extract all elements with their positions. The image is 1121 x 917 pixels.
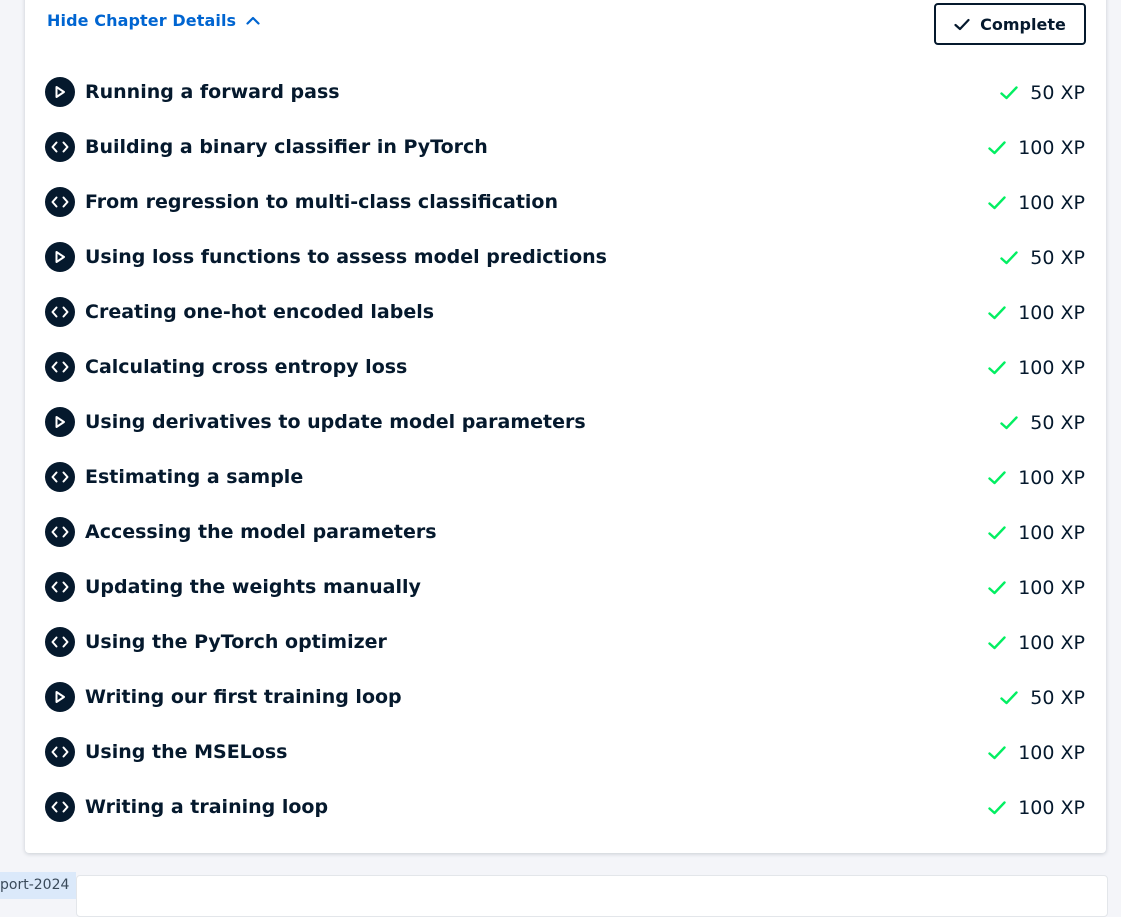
code-brackets-icon [45, 572, 75, 602]
code-brackets-icon [45, 462, 75, 492]
exercise-row[interactable]: Using derivatives to update model parame… [25, 395, 1106, 450]
exercise-title: From regression to multi-class classific… [85, 191, 559, 213]
exercise-title: Writing a training loop [85, 796, 329, 818]
xp-value: 100 XP [1018, 741, 1085, 764]
chevron-up-icon [246, 16, 260, 25]
exercise-xp: 100 XP [988, 340, 1085, 395]
code-brackets-icon [45, 297, 75, 327]
xp-value: 100 XP [1018, 521, 1085, 544]
exercise-row[interactable]: Writing our first training loop 50 XP [25, 670, 1106, 725]
play-icon [45, 682, 75, 712]
exercise-xp: 50 XP [1000, 230, 1085, 285]
exercise-title: Writing our first training loop [85, 686, 402, 708]
checkmark-icon [988, 195, 1006, 210]
chapter-header: Hide Chapter Details Complete [25, 0, 1106, 50]
xp-value: 100 XP [1018, 301, 1085, 324]
hide-chapter-details-label: Hide Chapter Details [47, 10, 237, 30]
exercise-xp: 100 XP [988, 560, 1085, 615]
exercise-title: Estimating a sample [85, 466, 304, 488]
code-brackets-icon [45, 737, 75, 767]
exercise-row[interactable]: Building a binary classifier in PyTorch 1… [25, 120, 1106, 175]
complete-button[interactable]: Complete [934, 3, 1086, 45]
exercise-title: Building a binary classifier in PyTorch [85, 136, 488, 158]
exercise-title: Using the PyTorch optimizer [85, 631, 387, 653]
xp-value: 50 XP [1030, 81, 1085, 104]
checkmark-icon [1000, 415, 1018, 430]
exercise-xp: 100 XP [988, 285, 1085, 340]
code-brackets-icon [45, 627, 75, 657]
checkmark-icon [954, 18, 970, 31]
hide-chapter-details-link[interactable]: Hide Chapter Details [47, 5, 260, 35]
checkmark-icon [1000, 85, 1018, 100]
code-brackets-icon [45, 187, 75, 217]
xp-value: 50 XP [1030, 411, 1085, 434]
exercise-row[interactable]: Accessing the model parameters 100 XP [25, 505, 1106, 560]
exercise-xp: 50 XP [1000, 670, 1085, 725]
course-tag: port-2024 [0, 872, 76, 899]
play-icon [45, 407, 75, 437]
exercise-xp: 100 XP [988, 120, 1085, 175]
checkmark-icon [988, 140, 1006, 155]
exercise-row[interactable]: Creating one-hot encoded labels 100 XP [25, 285, 1106, 340]
exercise-xp: 50 XP [1000, 65, 1085, 120]
checkmark-icon [988, 580, 1006, 595]
exercise-row[interactable]: Calculating cross entropy loss 100 XP [25, 340, 1106, 395]
checkmark-icon [988, 800, 1006, 815]
exercise-title: Running a forward pass [85, 81, 340, 103]
exercise-title: Calculating cross entropy loss [85, 356, 408, 378]
exercise-row[interactable]: Using loss functions to assess model pre… [25, 230, 1106, 285]
next-chapter-card [76, 875, 1108, 917]
exercise-title: Creating one-hot encoded labels [85, 301, 435, 323]
code-brackets-icon [45, 517, 75, 547]
chapter-card: Hide Chapter Details Complete Running a … [25, 0, 1106, 853]
play-icon [45, 242, 75, 272]
xp-value: 50 XP [1030, 686, 1085, 709]
xp-value: 100 XP [1018, 576, 1085, 599]
exercise-title: Using loss functions to assess model pre… [85, 246, 607, 268]
xp-value: 100 XP [1018, 466, 1085, 489]
exercise-xp: 100 XP [988, 725, 1085, 780]
checkmark-icon [988, 305, 1006, 320]
checkmark-icon [988, 470, 1006, 485]
xp-value: 100 XP [1018, 356, 1085, 379]
xp-value: 100 XP [1018, 136, 1085, 159]
checkmark-icon [988, 525, 1006, 540]
exercise-row[interactable]: Updating the weights manually 100 XP [25, 560, 1106, 615]
code-brackets-icon [45, 792, 75, 822]
code-brackets-icon [45, 132, 75, 162]
checkmark-icon [988, 635, 1006, 650]
xp-value: 50 XP [1030, 246, 1085, 269]
exercise-row[interactable]: Estimating a sample 100 XP [25, 450, 1106, 505]
exercise-row[interactable]: Using the PyTorch optimizer 100 XP [25, 615, 1106, 670]
checkmark-icon [988, 745, 1006, 760]
exercise-xp: 50 XP [1000, 395, 1085, 450]
play-icon [45, 77, 75, 107]
exercise-xp: 100 XP [988, 615, 1085, 670]
exercise-xp: 100 XP [988, 505, 1085, 560]
exercise-xp: 100 XP [988, 450, 1085, 505]
exercise-row[interactable]: Writing a training loop 100 XP [25, 780, 1106, 835]
exercise-title: Updating the weights manually [85, 576, 421, 598]
exercise-title: Using derivatives to update model parame… [85, 411, 586, 433]
checkmark-icon [1000, 250, 1018, 265]
checkmark-icon [988, 360, 1006, 375]
exercise-xp: 100 XP [988, 780, 1085, 835]
exercise-title: Accessing the model parameters [85, 521, 437, 543]
code-brackets-icon [45, 352, 75, 382]
exercise-title: Using the MSELoss [85, 741, 288, 763]
complete-button-label: Complete [980, 14, 1066, 34]
exercise-row[interactable]: Using the MSELoss 100 XP [25, 725, 1106, 780]
xp-value: 100 XP [1018, 631, 1085, 654]
exercise-row[interactable]: Running a forward pass 50 XP [25, 65, 1106, 120]
exercise-xp: 100 XP [988, 175, 1085, 230]
exercise-row[interactable]: From regression to multi-class classific… [25, 175, 1106, 230]
xp-value: 100 XP [1018, 191, 1085, 214]
xp-value: 100 XP [1018, 796, 1085, 819]
course-tag-label: port-2024 [0, 877, 70, 893]
checkmark-icon [1000, 690, 1018, 705]
exercise-list: Running a forward pass 50 XP Building a bi… [25, 65, 1106, 835]
